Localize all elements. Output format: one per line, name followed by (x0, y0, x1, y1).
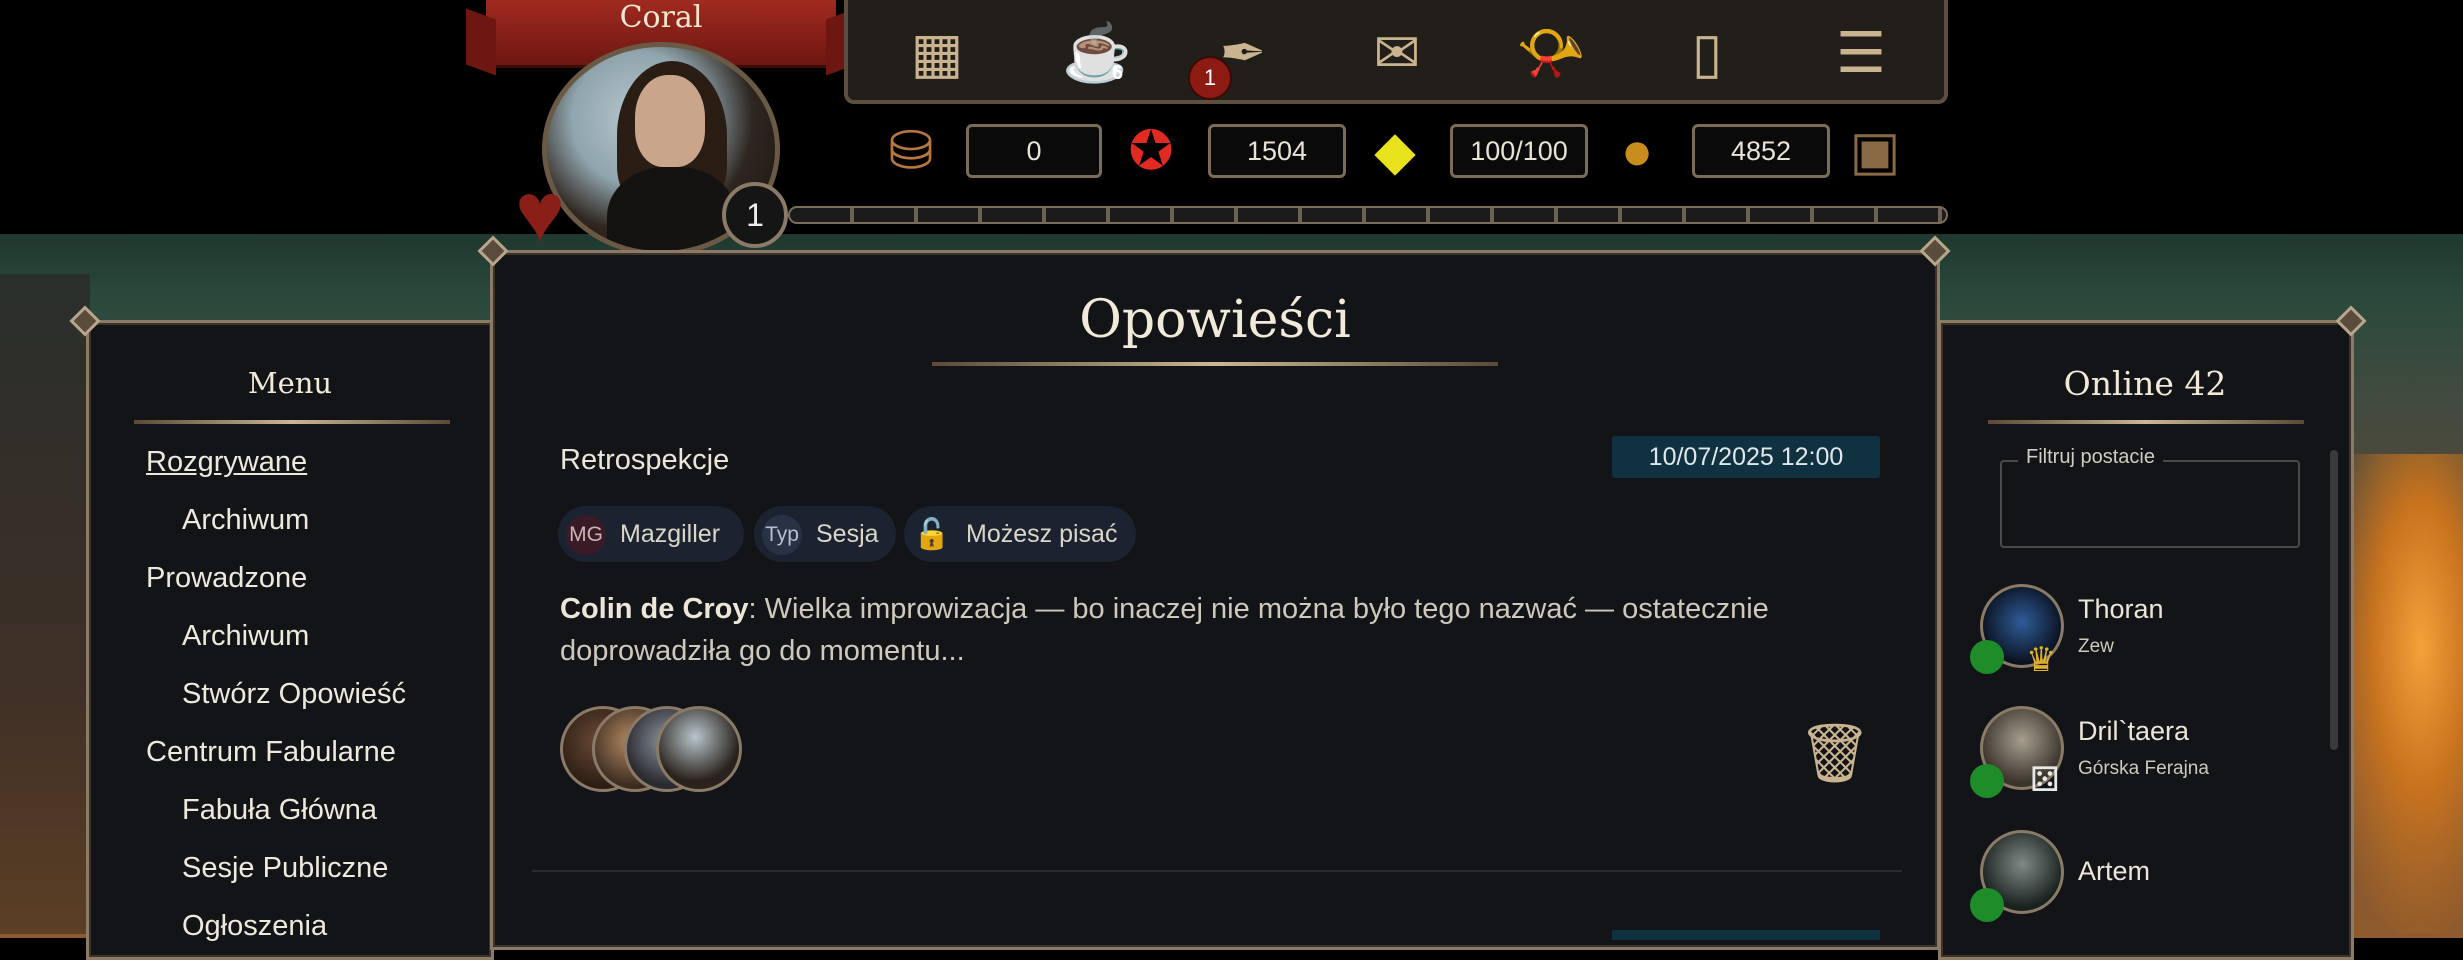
page-title: Opowieści (1079, 290, 1351, 350)
online-user-group: Górska Ferajna (2078, 758, 2209, 779)
online-title-underline (1988, 420, 2304, 424)
heart-icon[interactable]: ♥ (500, 170, 580, 254)
page-title-underline (932, 362, 1498, 366)
menu-item-archiwum-rozgrywane[interactable]: Archiwum (182, 504, 309, 537)
menu-item-sesje-publiczne[interactable]: Sesje Publiczne (182, 852, 388, 885)
tavern-mug-icon[interactable]: ☕ (1054, 10, 1140, 96)
story-date: 10/07/2025 12:00 (1612, 436, 1880, 478)
energy-crystal-icon: ◆ (1374, 121, 1416, 181)
online-status-dot (1970, 888, 2004, 922)
chip-type-abbr: Typ (762, 515, 802, 556)
menu-title-underline (134, 420, 450, 424)
menu-item-prowadzone[interactable]: Prowadzone (146, 562, 307, 595)
online-user-name[interactable]: Artem (2078, 856, 2150, 887)
dice-icon: ⚄ (2030, 761, 2060, 799)
participant-avatar[interactable] (656, 706, 742, 792)
gold-value: 4852 (1692, 124, 1830, 178)
online-status-dot (1970, 640, 2004, 674)
chip-gm-label: Mazgiller (620, 520, 721, 548)
energy-value: 100/100 (1450, 124, 1588, 178)
chip-game-master: MG Mazgiller (558, 506, 744, 562)
online-user-name[interactable]: Thoran (2078, 594, 2164, 625)
online-status-dot (1970, 764, 2004, 798)
chip-type: Typ Sesja (754, 506, 896, 562)
rune-value: 1504 (1208, 124, 1346, 178)
gold-coin-icon: ● (1620, 121, 1654, 181)
menu-item-centrum-fabularne[interactable]: Centrum Fabularne (146, 736, 396, 769)
online-user-name[interactable]: Dril`taera (2078, 716, 2189, 747)
copper-value: 0 (966, 124, 1102, 178)
story-excerpt[interactable]: Colin de Croy: Wielka improwizacja — bo … (560, 588, 1880, 672)
character-name: Coral (619, 0, 703, 35)
rune-icon: ✪ (1128, 121, 1174, 181)
crown-icon: ♛ (2026, 641, 2057, 679)
mug-count: 6 (1112, 62, 1124, 84)
menu-item-fabula-glowna[interactable]: Fabuła Główna (182, 794, 377, 827)
character-level: 1 (722, 182, 788, 248)
chip-gm-abbr: MG (566, 515, 606, 556)
next-story-date (1612, 930, 1880, 940)
menu-item-ogloszenia[interactable]: Ogłoszenia (182, 910, 327, 943)
horn-icon[interactable]: 📯 (1508, 10, 1594, 96)
treasure-chest-icon[interactable]: ▣ (1840, 116, 1910, 186)
trash-icon[interactable]: 🗑 (1798, 722, 1872, 786)
chip-type-label: Sesja (816, 520, 879, 548)
menu-icon[interactable]: ☰ (1818, 10, 1904, 96)
filter-label: Filtruj postacie (2018, 446, 2163, 469)
copper-coins-icon: ⛁ (888, 121, 934, 181)
menu-title: Menu (247, 366, 333, 400)
online-title: Online 42 (2063, 364, 2227, 403)
menu-item-archiwum-prowadzone[interactable]: Archiwum (182, 620, 309, 653)
door-icon[interactable]: ▯ (1664, 10, 1750, 96)
main-toolbar: ▦ ☕ 6 ✒ ✉ 📯 ▯ ☰ (844, 0, 1948, 104)
excerpt-author: Colin de Croy (560, 593, 749, 625)
experience-bar (788, 206, 1948, 224)
menu-item-rozgrywane[interactable]: Rozgrywane (146, 446, 307, 479)
letter-icon[interactable]: ✉ (1354, 10, 1440, 96)
online-user-group: Zew (2078, 636, 2114, 657)
story-divider (532, 870, 1902, 872)
online-scrollbar[interactable] (2330, 450, 2338, 750)
padlock-icon: 🔓 (913, 518, 951, 552)
map-scroll-icon[interactable]: ▦ (894, 10, 980, 96)
chip-can-write: 🔓 Możesz pisać (904, 506, 1136, 562)
story-title[interactable]: Retrospekcje (560, 444, 729, 477)
filter-characters-input[interactable] (2000, 460, 2300, 548)
notification-badge[interactable]: 1 (1188, 56, 1232, 100)
menu-item-create-story[interactable]: Stwórz Opowieść (182, 678, 406, 711)
chip-can-write-label: Możesz pisać (966, 520, 1118, 548)
